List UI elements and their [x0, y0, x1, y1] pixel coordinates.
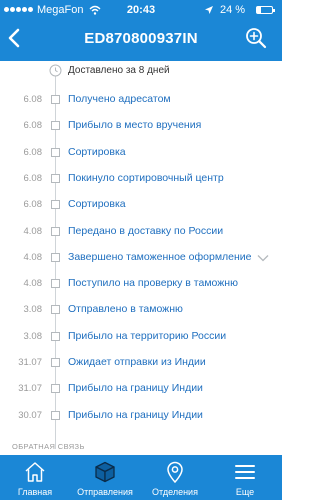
event-date: 31.07 — [18, 357, 42, 368]
app-header: MegaFon 20:43 24 % ED870800937IN — [0, 0, 282, 61]
status-bar: MegaFon 20:43 24 % — [0, 0, 282, 20]
zoom-in-icon — [246, 28, 267, 49]
event-label: Получено адресатом — [68, 93, 171, 105]
tab-offices-label: Отделения — [152, 487, 198, 497]
event-label: Сортировка — [68, 145, 126, 158]
event-label: Прибыло на территорию России — [68, 329, 227, 342]
tracking-event-row[interactable]: 6.08 Сортировка — [0, 140, 282, 166]
tracking-timeline: Доставлено за 8 дней 6.08 Получено адреса… — [0, 61, 282, 455]
timeline-marker-icon — [51, 200, 60, 210]
timeline-marker-icon — [51, 358, 60, 367]
tracking-event-row[interactable]: 4.08 Завершено таможенное оформление — [0, 245, 282, 271]
tracking-event-row[interactable]: 30.07 Прибыло на границу Индии — [0, 403, 282, 429]
timeline-marker-icon — [51, 384, 60, 394]
timeline-marker-icon — [51, 279, 60, 289]
feedback-section-label: ОБРАТНАЯ СВЯЗЬ — [12, 442, 85, 451]
event-label: Отправлено в таможню — [68, 303, 183, 316]
bottom-tab-bar: Главная Отправления Отделения Еще — [0, 455, 282, 500]
event-label: Ожидает отправки из Индии — [68, 356, 206, 368]
zoom-in-button[interactable] — [244, 26, 268, 50]
event-date: 6.08 — [23, 199, 43, 211]
event-date: 6.08 — [23, 120, 43, 132]
tracking-event-row[interactable]: 6.08 Получено адресатом — [0, 87, 282, 113]
location-arrow-icon — [205, 6, 213, 14]
tracking-event-row[interactable]: 6.08 Покинуло сортировочный центр — [0, 166, 282, 192]
event-label: Покинуло сортировочный центр — [68, 171, 224, 184]
event-label: Передано в доставку по России — [68, 224, 224, 237]
tracking-event-row[interactable]: 3.08 Прибыло на территорию России — [0, 324, 282, 350]
event-label: Поступило на проверку в таможню — [68, 277, 238, 290]
tab-home[interactable]: Главная — [0, 455, 70, 500]
event-date: 3.08 — [23, 330, 43, 342]
tab-home-label: Главная — [17, 487, 53, 497]
timeline-marker-icon — [51, 226, 60, 236]
timeline-marker-icon — [51, 410, 60, 420]
menu-icon — [235, 465, 255, 479]
tab-shipments-label: Отправления — [77, 487, 133, 497]
tracking-event-row[interactable]: 3.08 Отправлено в таможню — [0, 297, 282, 323]
tab-more-label: Еще — [235, 487, 255, 497]
timeline-marker-icon — [51, 173, 60, 183]
map-pin-icon — [167, 461, 183, 484]
nav-bar: ED870800937IN — [0, 20, 282, 61]
event-date: 4.08 — [23, 251, 43, 263]
event-date: 3.08 — [23, 304, 43, 316]
timeline-marker-icon — [51, 305, 60, 315]
parcel-box-icon — [95, 461, 115, 483]
event-date: 4.08 — [23, 225, 43, 237]
event-date: 30.07 — [18, 409, 42, 421]
page-title: ED870800937IN — [84, 30, 198, 47]
tracking-event-row[interactable]: 6.08 Прибыло в место вручения — [0, 113, 282, 139]
home-icon — [25, 462, 45, 482]
tab-more[interactable]: Еще — [210, 455, 280, 500]
event-date: 6.08 — [23, 94, 43, 105]
event-date: 6.08 — [23, 172, 43, 184]
battery-icon — [256, 6, 276, 15]
timeline-marker-icon — [51, 121, 60, 131]
event-date: 4.08 — [23, 278, 43, 290]
delivery-duration: Доставлено за 8 дней — [68, 65, 170, 76]
delivery-summary: Доставлено за 8 дней — [0, 61, 282, 83]
event-label: Прибыло на границу Индии — [68, 408, 203, 421]
timeline-marker-icon — [51, 252, 60, 262]
tracking-event-row[interactable]: 31.07 Прибыло на границу Индии — [0, 376, 282, 402]
timeline-marker-icon — [51, 331, 60, 341]
event-date: 31.07 — [18, 383, 42, 395]
tracking-event-row[interactable]: 4.08 Поступило на проверку в таможню — [0, 271, 282, 297]
timeline-marker-icon — [51, 147, 60, 157]
clock-icon — [49, 64, 62, 77]
chevron-down-icon[interactable] — [257, 254, 269, 262]
event-label: Сортировка — [68, 198, 126, 211]
tracking-event-row[interactable]: 6.08 Сортировка — [0, 192, 282, 218]
event-label: Прибыло в место вручения — [68, 119, 202, 132]
tab-shipments[interactable]: Отправления — [70, 455, 140, 500]
tab-offices[interactable]: Отделения — [140, 455, 210, 500]
timeline-marker-icon — [51, 95, 60, 104]
event-label: Завершено таможенное оформление — [68, 250, 252, 263]
event-date: 6.08 — [23, 146, 43, 158]
tracking-event-row[interactable]: 4.08 Передано в доставку по России — [0, 219, 282, 245]
tracking-event-row[interactable]: 31.07 Ожидает отправки из Индии — [0, 350, 282, 376]
event-label: Прибыло на границу Индии — [68, 382, 203, 395]
battery-percent: 24 % — [220, 4, 246, 16]
